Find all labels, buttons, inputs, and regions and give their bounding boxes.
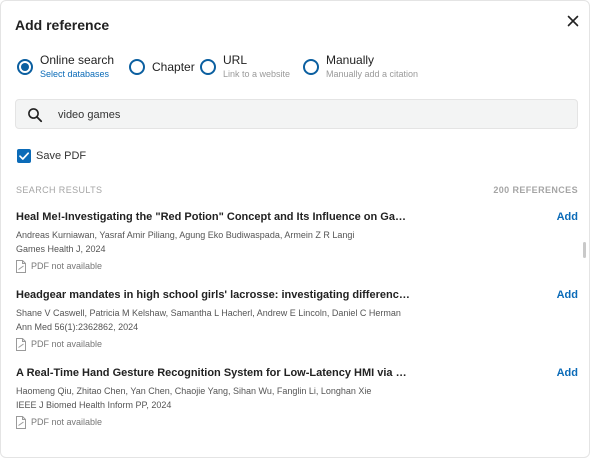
option-manually-label: Manually: [326, 53, 375, 67]
add-button[interactable]: Add: [541, 211, 578, 223]
pdf-status-text: PDF not available: [31, 261, 103, 271]
list-item: A Real-Time Hand Gesture Recognition Sys…: [1, 367, 589, 445]
pdf-file-icon: [16, 338, 26, 351]
result-title: Headgear mandates in high school girls' …: [16, 289, 411, 301]
option-online-search-label: Online search: [40, 53, 115, 67]
option-chapter-label: Chapter: [152, 60, 195, 74]
scrollbar-thumb[interactable]: [583, 242, 586, 258]
option-url-sublabel: Link to a website: [223, 69, 291, 79]
result-authors: Haomeng Qiu, Zhitao Chen, Yan Chen, Chao…: [16, 386, 372, 396]
list-item: Heal Me!-Investigating the "Red Potion" …: [1, 211, 589, 289]
radio-manually[interactable]: [303, 59, 319, 75]
pdf-file-icon: [16, 260, 26, 273]
search-box: [15, 99, 578, 129]
radio-online-search[interactable]: [17, 59, 33, 75]
result-journal: Ann Med 56(1):2362862, 2024: [16, 322, 139, 332]
search-results-heading: SEARCH RESULTS: [16, 185, 103, 195]
checkmark-icon: [19, 152, 30, 160]
result-journal: IEEE J Biomed Health Inform PP, 2024: [16, 400, 172, 410]
add-reference-dialog: Add reference Online search Select datab…: [0, 0, 590, 458]
close-icon: [567, 15, 579, 27]
result-authors: Andreas Kurniawan, Yasraf Amir Piliang, …: [16, 230, 355, 240]
result-authors: Shane V Caswell, Patricia M Kelshaw, Sam…: [16, 308, 401, 318]
select-databases-link[interactable]: Select databases: [40, 69, 109, 79]
pdf-status-text: PDF not available: [31, 417, 103, 427]
results-count: 200 REFERENCES: [493, 185, 578, 195]
pdf-status-text: PDF not available: [31, 339, 103, 349]
close-button[interactable]: [563, 11, 583, 31]
list-item: Headgear mandates in high school girls' …: [1, 289, 589, 367]
save-pdf-label: Save PDF: [36, 150, 87, 162]
option-manually-sublabel: Manually add a citation: [326, 69, 419, 79]
search-icon: [28, 108, 43, 123]
add-button[interactable]: Add: [541, 367, 578, 379]
pdf-file-icon: [16, 416, 26, 429]
option-url-label: URL: [223, 53, 248, 67]
result-title: Heal Me!-Investigating the "Red Potion" …: [16, 211, 411, 223]
result-title: A Real-Time Hand Gesture Recognition Sys…: [16, 367, 411, 379]
save-pdf-checkbox[interactable]: [17, 149, 31, 163]
search-input[interactable]: [58, 106, 558, 124]
radio-url[interactable]: [200, 59, 216, 75]
dialog-title: Add reference: [15, 17, 110, 33]
radio-chapter[interactable]: [129, 59, 145, 75]
result-journal: Games Health J, 2024: [16, 244, 106, 254]
add-button[interactable]: Add: [541, 289, 578, 301]
